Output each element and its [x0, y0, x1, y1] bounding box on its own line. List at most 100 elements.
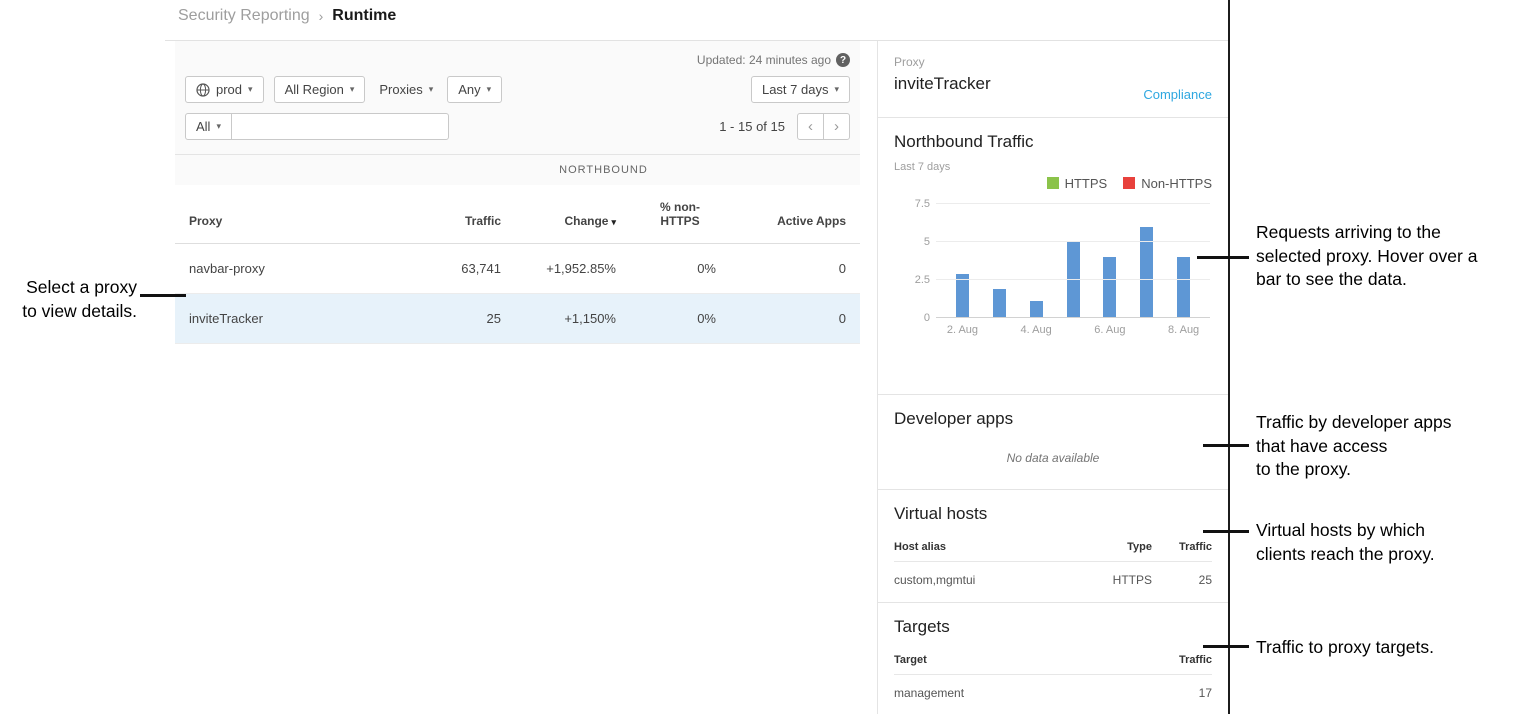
column-header-change-label: Change [564, 214, 608, 228]
main-panel: Updated: 24 minutes ago ? prod ▾ All Reg… [175, 41, 860, 344]
date-range-label: Last 7 days [762, 82, 829, 97]
gridline [936, 241, 1210, 242]
bar-column [1091, 204, 1128, 318]
x-tick-label: 6. Aug [1091, 324, 1128, 336]
annotation-connector-virtual-hosts [1203, 530, 1249, 533]
region-dropdown[interactable]: All Region ▾ [274, 76, 366, 103]
caret-down-icon: ▾ [834, 85, 839, 94]
target-row[interactable]: management 17 [894, 675, 1212, 700]
x-tick-label [1055, 324, 1092, 336]
help-icon[interactable]: ? [836, 53, 850, 67]
column-header-non-https-label: % non-HTTPS [654, 200, 706, 228]
targets-title: Targets [894, 617, 1212, 637]
filter-area: Updated: 24 minutes ago ? prod ▾ All Reg… [175, 41, 860, 154]
column-header-proxy[interactable]: Proxy [175, 185, 425, 244]
search-row: All ▾ 1 - 15 of 15 ‹ › [185, 113, 850, 140]
breadcrumb: Security Reporting › Runtime [178, 7, 396, 25]
globe-icon [196, 83, 210, 97]
caret-down-icon: ▾ [350, 85, 355, 94]
chevron-right-icon: › [834, 118, 839, 135]
virtual-hosts-header-row: Host alias Type Traffic [894, 541, 1212, 562]
caret-down-icon: ▾ [487, 85, 492, 94]
chart-xlabels: 2. Aug4. Aug6. Aug8. Aug [936, 318, 1210, 336]
next-page-button[interactable]: › [823, 113, 850, 140]
table-group-row: NORTHBOUND [175, 155, 860, 186]
cell-active-apps: 0 [730, 244, 860, 294]
proxy-row[interactable]: navbar-proxy 63,741 +1,952.85% 0% 0 [175, 244, 860, 294]
search-input[interactable] [231, 113, 449, 140]
updated-row: Updated: 24 minutes ago ? [185, 53, 850, 67]
bar-column [1128, 204, 1165, 318]
cell-traffic: 25 [1152, 573, 1212, 587]
proxy-row-selected[interactable]: inviteTracker 25 +1,150% 0% 0 [175, 294, 860, 344]
cell-target: management [894, 686, 1152, 700]
cell-traffic: 17 [1152, 686, 1212, 700]
page-title: Runtime [332, 7, 396, 25]
column-header-non-https[interactable]: % non-HTTPS [630, 185, 730, 244]
bar-column [1018, 204, 1055, 318]
bar-column [1165, 204, 1202, 318]
caret-down-icon: ▾ [429, 85, 434, 94]
bar-column [981, 204, 1018, 318]
traffic-bar[interactable] [1030, 301, 1043, 318]
targets-section: Targets Target Traffic management 17 [878, 603, 1228, 714]
chevron-left-icon: ‹ [808, 118, 813, 135]
chart-plot: 02.557.5 [936, 204, 1210, 318]
compliance-link[interactable]: Compliance [1143, 87, 1212, 102]
column-header-change[interactable]: Change▾ [515, 185, 630, 244]
legend-label-non-https: Non-HTTPS [1141, 176, 1212, 191]
search-scope-dropdown[interactable]: All ▾ [185, 113, 232, 140]
gridline [936, 203, 1210, 204]
traffic-bar[interactable] [1177, 257, 1190, 318]
traffic-bar[interactable] [993, 289, 1006, 318]
developer-apps-empty: No data available [894, 451, 1212, 465]
cell-proxy-name[interactable]: navbar-proxy [175, 244, 425, 294]
column-header-type: Type [1082, 541, 1152, 553]
environment-label: prod [216, 82, 242, 97]
traffic-bar[interactable] [956, 274, 969, 318]
chart-bars [936, 204, 1210, 318]
virtual-hosts-title: Virtual hosts [894, 504, 1212, 524]
cell-type: HTTPS [1082, 573, 1152, 587]
annotation-connector-developer-apps [1203, 444, 1249, 447]
detail-header: Proxy inviteTracker Compliance [878, 41, 1228, 118]
proxy-label: Proxy [894, 55, 1212, 69]
table-header-row: Proxy Traffic Change▾ % non-HTTPS Active… [175, 185, 860, 244]
annotation-connector-targets [1203, 645, 1249, 648]
traffic-bar[interactable] [1103, 257, 1116, 318]
pager: ‹ › [797, 113, 850, 140]
developer-apps-title: Developer apps [894, 409, 1212, 429]
column-header-traffic: Traffic [1152, 541, 1212, 553]
breadcrumb-parent[interactable]: Security Reporting [178, 7, 310, 25]
annotation-virtual-hosts-note: Virtual hosts by which clients reach the… [1256, 519, 1435, 566]
annotation-chart-note: Requests arriving to the selected proxy.… [1256, 221, 1477, 292]
bar-column [1055, 204, 1092, 318]
column-header-host-alias: Host alias [894, 541, 1082, 553]
legend-item-non-https: Non-HTTPS [1123, 176, 1212, 191]
chart-legend: HTTPS Non-HTTPS [894, 175, 1212, 191]
environment-dropdown[interactable]: prod ▾ [185, 76, 264, 103]
x-tick-label: 4. Aug [1018, 324, 1055, 336]
pagination-count: 1 - 15 of 15 [719, 119, 785, 134]
virtual-host-row[interactable]: custom,mgmtui HTTPS 25 [894, 562, 1212, 587]
developer-apps-section: Developer apps No data available [878, 395, 1228, 490]
updated-label: Updated: 24 minutes ago [697, 53, 831, 67]
cell-traffic: 25 [425, 294, 515, 344]
annotation-connector-chart [1197, 256, 1249, 259]
column-header-traffic[interactable]: Traffic [425, 185, 515, 244]
proxies-dropdown[interactable]: Proxies ▾ [375, 76, 437, 103]
cell-proxy-name[interactable]: inviteTracker [175, 294, 425, 344]
screen: Security Reporting › Runtime Updated: 24… [0, 0, 1516, 714]
northbound-traffic-section: Northbound Traffic Last 7 days HTTPS Non… [878, 118, 1228, 395]
x-tick-label: 8. Aug [1165, 324, 1202, 336]
any-dropdown[interactable]: Any ▾ [447, 76, 502, 103]
column-header-target: Target [894, 654, 1152, 666]
column-header-active-apps[interactable]: Active Apps [730, 185, 860, 244]
date-range-dropdown[interactable]: Last 7 days ▾ [751, 76, 850, 103]
proxy-detail-panel: Proxy inviteTracker Compliance Northboun… [877, 41, 1228, 714]
x-tick-label [1128, 324, 1165, 336]
virtual-hosts-section: Virtual hosts Host alias Type Traffic cu… [878, 490, 1228, 603]
prev-page-button[interactable]: ‹ [797, 113, 824, 140]
y-tick-label: 2.5 [896, 274, 930, 286]
region-label: All Region [285, 82, 344, 97]
